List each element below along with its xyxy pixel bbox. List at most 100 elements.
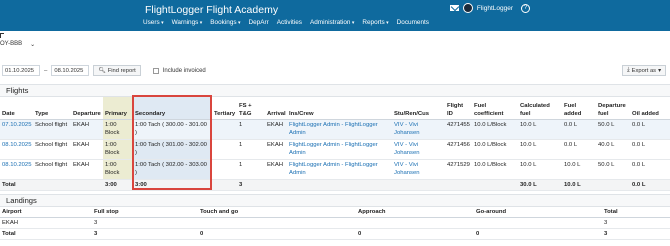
cell [265,179,287,191]
col-calculated-fuel[interactable]: Calculated fuel [518,97,562,120]
cell: EKAH [71,119,103,140]
find-report-label: Find report [107,67,136,74]
col-departure-fuel[interactable]: Departure fuel [596,97,630,120]
find-report-button[interactable]: 🔍︎ Find report [93,65,141,76]
cell: 3 [602,217,670,229]
collapse-handle[interactable] [0,33,4,38]
col-departure[interactable]: Departure [71,97,103,120]
col-go-around[interactable]: Go-around [474,207,602,218]
cell [356,217,474,229]
from-date-input[interactable]: 01.10.2025 [2,65,40,76]
cell: 0 [198,228,356,240]
nav-users[interactable]: Users [143,19,164,26]
aircraft-select[interactable]: OY-BBB ⌄ [0,39,35,49]
cell [212,119,237,140]
col-approach[interactable]: Approach [356,207,474,218]
total-secondary: 3:00 [133,179,212,191]
col-oil-added[interactable]: Oil added [630,97,670,120]
cell: 10.0 L [518,139,562,160]
flights-heading: Flights [0,85,670,97]
include-invoiced-checkbox[interactable] [152,67,159,74]
flight-date-link[interactable]: 08.10.2025 [0,159,33,180]
student-link[interactable]: VIV - Vivi Johansen [392,159,445,180]
col-touch-and-go[interactable]: Touch and go [198,207,356,218]
app-title[interactable]: FlightLogger Flight Academy [145,3,278,17]
instructor-link[interactable]: FlightLogger Admin - FlightLogger Admin [287,159,392,180]
cell: 1:00 Block [103,139,133,160]
main-nav: Users Warnings Bookings DepArr Activitie… [143,19,429,26]
student-link[interactable]: VIV - Vivi Johansen [392,139,445,160]
cell: 1:00 Tach ( 302.00 - 303.00 ) [133,159,212,180]
cell: 10.0 L/Block [472,159,518,180]
nav-deparr[interactable]: DepArr [248,19,268,26]
mail-icon[interactable] [449,5,459,11]
col-flight-id[interactable]: Flight ID [445,97,472,120]
cell: 10.0 L/Block [472,139,518,160]
student-link[interactable]: VIV - Vivi Johansen [392,119,445,140]
col-full-stop[interactable]: Full stop [92,207,198,218]
instructor-link[interactable]: FlightLogger Admin - FlightLogger Admin [287,139,392,160]
cell: 3 [92,217,198,229]
nav-reports[interactable]: Reports [362,19,388,26]
total-oil-added: 0.0 L [630,179,670,191]
total-label: Total [0,179,33,191]
flight-date-link[interactable]: 08.10.2025 [0,139,33,160]
cell: EKAH [0,217,92,229]
cell: 1:00 Tach ( 301.00 - 302.00 ) [133,139,212,160]
cell: EKAH [71,139,103,160]
col-arrival[interactable]: Arrival [265,97,287,120]
cell [212,179,237,191]
download-icon: ⤓ [627,67,630,73]
cell [287,179,392,191]
table-row: EKAH 3 3 [0,217,670,229]
cell: EKAH [265,139,287,160]
table-header-row: Airport Full stop Touch and go Approach … [0,207,670,218]
caret-down-icon: ▾ [658,67,661,74]
cell [71,179,103,191]
col-ins-crew[interactable]: Ins/Crew [287,97,392,120]
export-button[interactable]: ⤓ Export as ▾ [622,65,666,76]
table-row: 08.10.2025 School flight EKAH 1:00 Block… [0,159,670,180]
user-area: FlightLogger ? [449,3,530,13]
total-row: Total 3 0 0 0 3 [0,228,670,240]
col-tertiary[interactable]: Tertiary [212,97,237,120]
nav-documents[interactable]: Documents [397,19,429,26]
col-total[interactable]: Total [602,207,670,218]
include-invoiced-label: Include invoiced [162,67,206,74]
col-fuel-added[interactable]: Fuel added [562,97,596,120]
cell: 4271456 [445,139,472,160]
user-name[interactable]: FlightLogger [477,5,513,12]
help-icon[interactable]: ? [521,3,530,13]
flights-section: Flights Date Type Departure Primary Seco… [0,84,670,191]
col-airport[interactable]: Airport [0,207,92,218]
flight-date-link[interactable]: 07.10.2025 [0,119,33,140]
table-header-row: Date Type Departure Primary Secondary Te… [0,97,670,120]
total-calculated-fuel: 30.0 L [518,179,562,191]
instructor-link[interactable]: FlightLogger Admin - FlightLogger Admin [287,119,392,140]
cell: School flight [33,139,71,160]
col-fuel-coefficient[interactable]: Fuel coefficient [472,97,518,120]
cell: 4271529 [445,159,472,180]
cell [212,159,237,180]
export-label: Export as [631,67,657,74]
cell: 50.0 L [596,119,630,140]
nav-bookings[interactable]: Bookings [210,19,240,26]
to-date-input[interactable]: 08.10.2025 [51,65,90,76]
col-fs-tg[interactable]: FS + T&G [237,97,265,120]
avatar[interactable] [462,3,473,13]
nav-activities[interactable]: Activities [277,19,302,26]
col-date[interactable]: Date [0,97,33,120]
cell [474,217,602,229]
cell: 0.0 L [630,119,670,140]
nav-administration[interactable]: Administration [310,19,354,26]
total-primary: 3:00 [103,179,133,191]
cell [472,179,518,191]
col-primary[interactable]: Primary [103,97,133,120]
nav-warnings[interactable]: Warnings [172,19,203,26]
aircraft-select-value: OY-BBB [0,41,23,47]
col-stu-ren-cus[interactable]: Stu/Ren/Cus [392,97,445,120]
cell: EKAH [71,159,103,180]
col-secondary[interactable]: Secondary [133,97,212,120]
chevron-down-icon: ⌄ [30,41,36,48]
col-type[interactable]: Type [33,97,71,120]
